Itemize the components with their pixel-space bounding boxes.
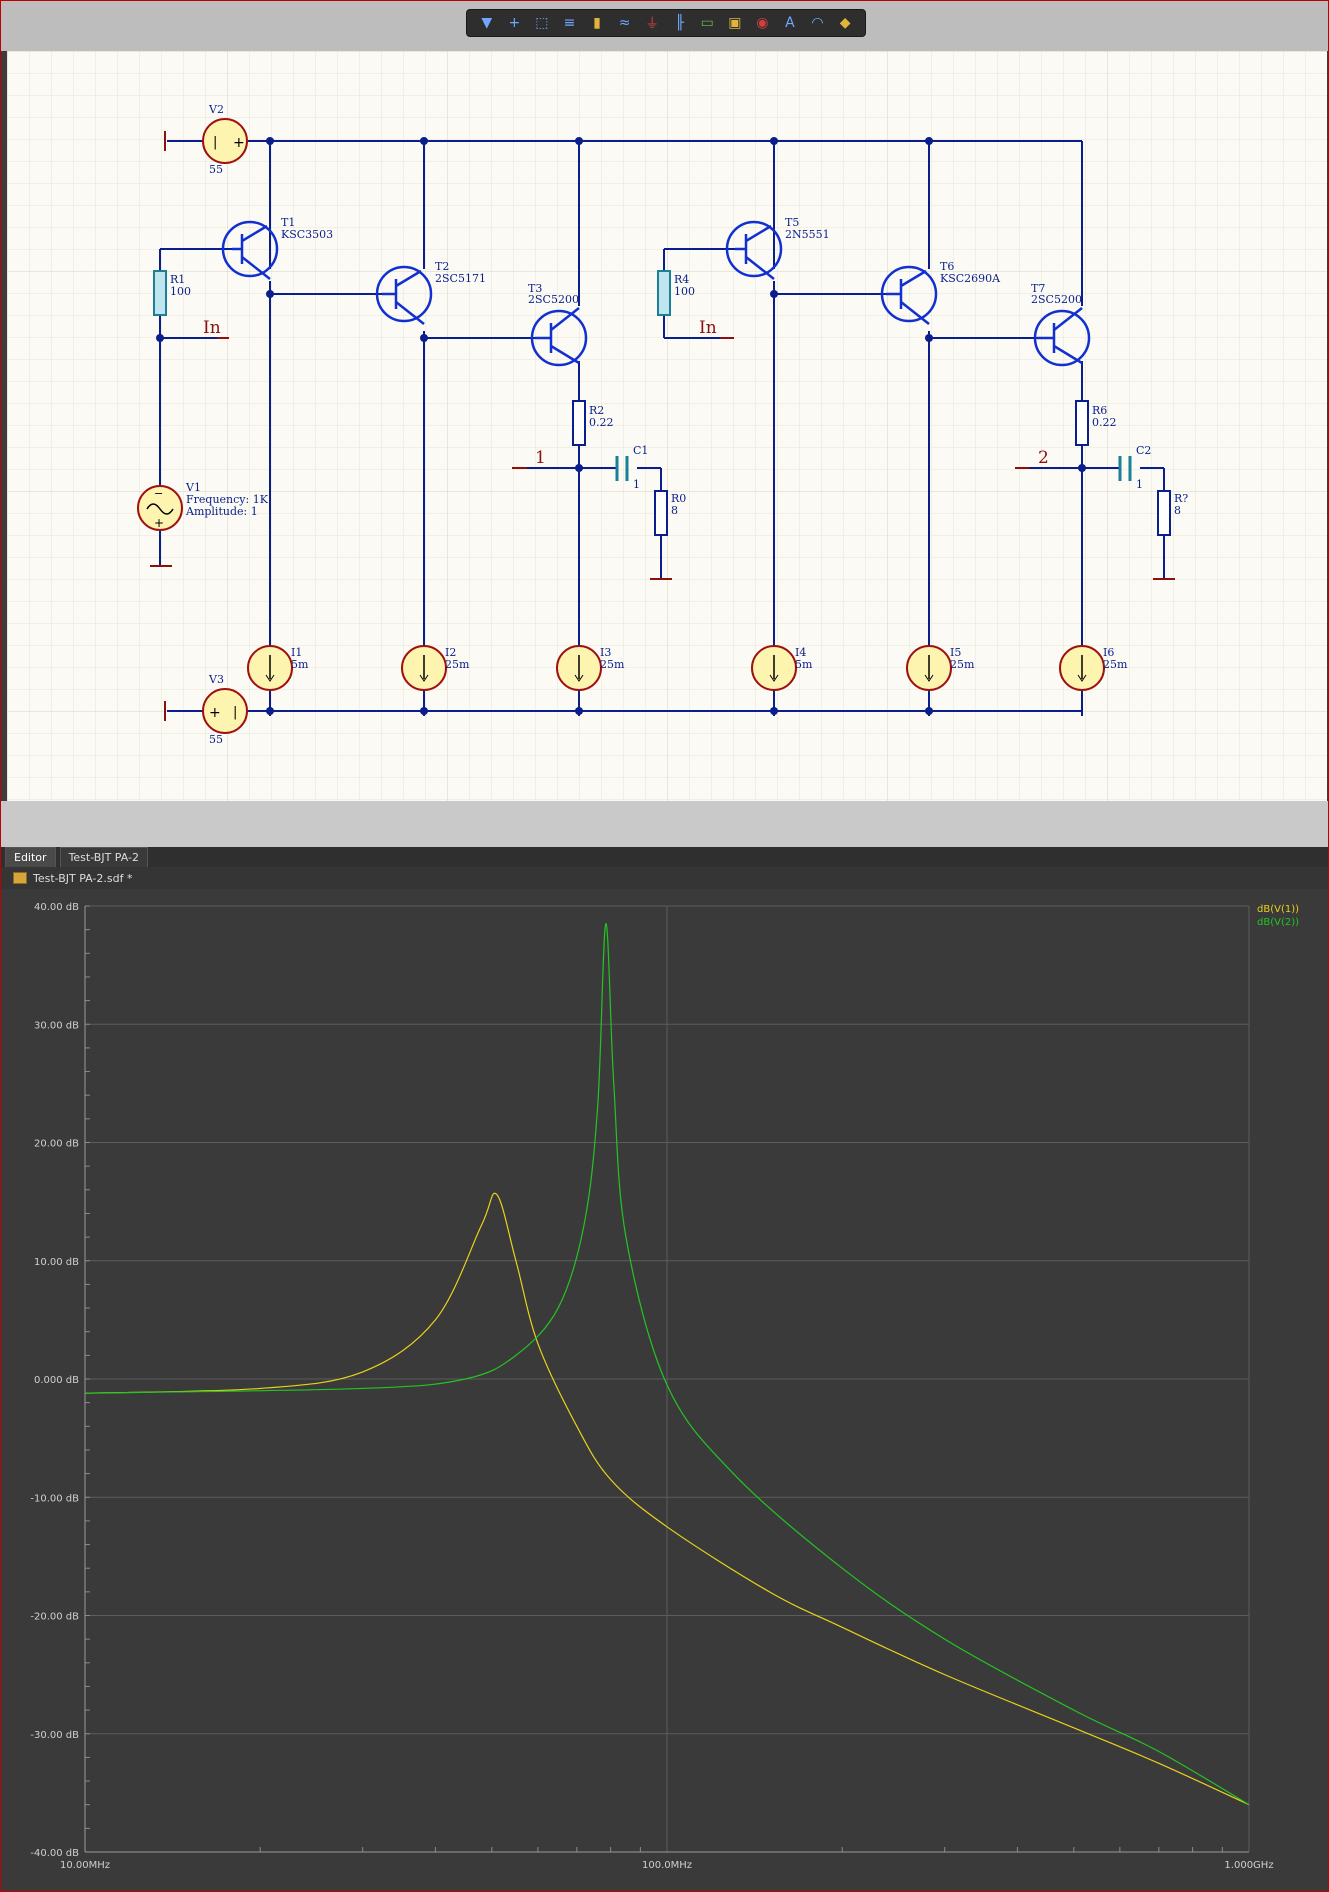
filter-icon[interactable]: ▼ [476, 12, 498, 34]
net-label-in-1: In [203, 318, 221, 338]
editor-tabs: Editor Test-BJT PA-2 [1, 847, 1328, 867]
r4-value: 100 [674, 285, 695, 298]
net-label-1: 1 [535, 448, 546, 468]
port-icon[interactable]: ▭ [696, 12, 718, 34]
t1-part: KSC3503 [281, 228, 333, 241]
x-tick-label: 10.00MHz [60, 1860, 110, 1871]
r0-value: 8 [671, 504, 678, 517]
arc-icon[interactable]: ◠ [807, 12, 829, 34]
probe-icon[interactable]: ◉ [751, 12, 773, 34]
document-bar: Test-BJT PA-2.sdf * [1, 867, 1328, 889]
x-tick-label: 100.0MHz [642, 1860, 692, 1871]
c1-value: 1 [633, 478, 640, 491]
svg-text:+: + [154, 516, 164, 530]
t6-part: KSC2690A [940, 272, 1001, 285]
place-part-icon[interactable]: ▮ [586, 12, 608, 34]
i2-value: 25m [445, 658, 470, 671]
t2-part: 2SC5171 [435, 272, 486, 285]
top-bar: ▼ + ⬚ ≡ ▮ ≈ ⏚ ╟ ▭ ▣ ◉ A ◠ ◆ [1, 1, 1328, 51]
net-label-icon[interactable]: ▣ [724, 12, 746, 34]
net-label-in-2: In [699, 318, 717, 338]
v1-amplitude: Amplitude: 1 [185, 505, 258, 518]
r2-value: 0.22 [589, 416, 614, 429]
i1-value: 5m [291, 658, 309, 671]
waveform-plot[interactable]: 40.00 dB 30.00 dB 20.00 dB 10.00 dB 0.000 dB… [1, 889, 1328, 1891]
schematic-toolbar: ▼ + ⬚ ≡ ▮ ≈ ⏚ ╟ ▭ ▣ ◉ A ◠ ◆ [466, 9, 866, 37]
panel-splitter[interactable] [1, 801, 1328, 847]
i3-value: 25m [600, 658, 625, 671]
window-frame: ▼ + ⬚ ≡ ▮ ≈ ⏚ ╟ ▭ ▣ ◉ A ◠ ◆ | + + | − + … [0, 0, 1329, 1892]
svg-text:−: − [154, 487, 163, 500]
c1-name: C1 [633, 444, 648, 457]
t5-part: 2N5551 [785, 228, 830, 241]
y-tick-label: 20.00 dB [34, 1139, 79, 1150]
bus-icon[interactable]: ╟ [669, 12, 691, 34]
text-icon[interactable]: A [779, 12, 801, 34]
tab-test-bjt[interactable]: Test-BJT PA-2 [59, 847, 148, 867]
tab-editor[interactable]: Editor [5, 847, 56, 867]
y-tick-label: 0.000 dB [34, 1375, 79, 1386]
x-tick-label: 1.000GHz [1224, 1860, 1273, 1871]
y-tick-label: -20.00 dB [30, 1612, 79, 1623]
net-label-2: 2 [1038, 448, 1049, 468]
v2-name: V2 [208, 103, 224, 116]
cross-probe-icon[interactable]: + [503, 12, 525, 34]
v3-name: V3 [208, 673, 224, 686]
r6-value: 0.22 [1092, 416, 1117, 429]
wire-icon[interactable]: ≈ [614, 12, 636, 34]
r7-value: 8 [1174, 504, 1181, 517]
t3-part: 2SC5200 [528, 293, 579, 306]
sdf-file-icon [13, 872, 27, 884]
i4-value: 5m [795, 658, 813, 671]
schematic-sheet[interactable]: | + + | − + V2 55 V3 55 V1 Frequency: 1K… [7, 51, 1327, 801]
ac-source-v1[interactable]: − + [137, 485, 183, 531]
align-icon[interactable]: ≡ [558, 12, 580, 34]
v3-value: 55 [209, 733, 223, 746]
highlight-icon[interactable]: ◆ [834, 12, 856, 34]
svg-text:|: | [233, 705, 237, 720]
svg-text:|: | [213, 135, 217, 150]
t7-part: 2SC5200 [1031, 293, 1082, 306]
ground-icon[interactable]: ⏚ [641, 12, 663, 34]
r1-value: 100 [170, 285, 191, 298]
plot-background [1, 889, 1328, 1891]
y-tick-label: 10.00 dB [34, 1257, 79, 1268]
c2-value: 1 [1136, 478, 1143, 491]
document-title: Test-BJT PA-2.sdf * [33, 871, 133, 885]
c2-name: C2 [1136, 444, 1151, 457]
select-rect-icon[interactable]: ⬚ [531, 12, 553, 34]
y-tick-label: -10.00 dB [30, 1493, 79, 1504]
v2-value: 55 [209, 163, 223, 176]
legend-entry-1: dB(V(1)) [1257, 904, 1299, 915]
dc-source-v2[interactable]: | + [202, 118, 248, 164]
svg-text:+: + [233, 135, 245, 151]
dc-source-v3[interactable]: + | [202, 688, 248, 734]
svg-text:+: + [209, 705, 221, 721]
legend-entry-2: dB(V(2)) [1257, 917, 1299, 928]
y-tick-label: -40.00 dB [30, 1848, 79, 1859]
i6-value: 25m [1103, 658, 1128, 671]
y-tick-label: 30.00 dB [34, 1020, 79, 1031]
y-tick-label: -30.00 dB [30, 1730, 79, 1741]
i5-value: 25m [950, 658, 975, 671]
y-tick-label: 40.00 dB [34, 902, 79, 913]
